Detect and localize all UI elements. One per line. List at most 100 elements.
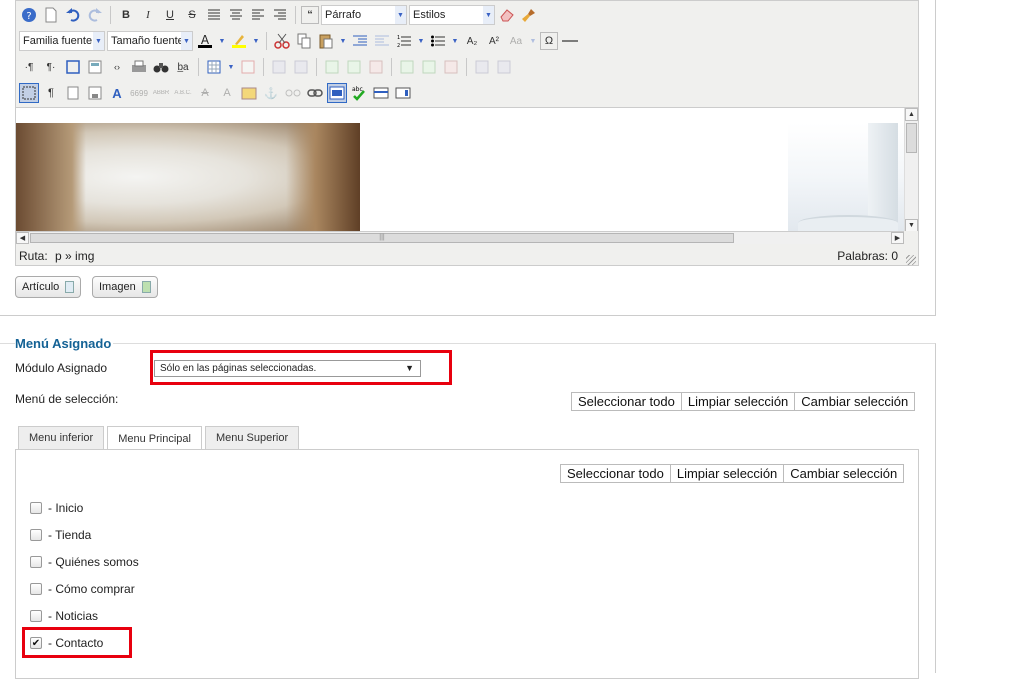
tab-menu-principal[interactable]: Menu Principal <box>107 426 202 450</box>
save-draft-icon[interactable] <box>85 83 105 103</box>
undo-icon[interactable] <box>63 5 83 25</box>
chevron-down-icon[interactable]: ▼ <box>450 31 460 51</box>
layer-icon[interactable] <box>371 83 391 103</box>
anchor-icon[interactable]: ⚓ <box>261 83 281 103</box>
outdent-icon[interactable] <box>372 31 392 51</box>
tab-menu-superior[interactable]: Menu Superior <box>204 426 300 449</box>
row-before-icon[interactable] <box>322 57 342 77</box>
show-blocks-icon[interactable]: ¶ <box>41 83 61 103</box>
chevron-down-icon[interactable]: ▼ <box>251 31 261 51</box>
menu-item-checkbox[interactable] <box>30 610 42 622</box>
tab-select-all-button[interactable]: Seleccionar todo <box>560 464 671 483</box>
tab-menu-inferior[interactable]: Menu inferior <box>18 426 105 449</box>
bold-icon[interactable]: B <box>116 5 136 25</box>
scroll-right-icon[interactable]: ▶ <box>891 232 904 244</box>
fullscreen-icon[interactable] <box>63 57 83 77</box>
chevron-down-icon[interactable]: ▼ <box>226 57 236 77</box>
clear-selection-button[interactable]: Limpiar selección <box>680 392 796 411</box>
align-center-icon[interactable] <box>226 5 246 25</box>
superscript-icon[interactable]: A² <box>484 31 504 51</box>
chevron-down-icon[interactable]: ▼ <box>338 31 348 51</box>
print-icon[interactable] <box>129 57 149 77</box>
insert-image-icon[interactable] <box>327 83 347 103</box>
delete-table-icon[interactable] <box>238 57 258 77</box>
abbreviation-icon[interactable]: ABBR <box>151 83 171 103</box>
menu-item-quienes-somos[interactable]: - Quiénes somos <box>30 554 139 570</box>
menu-item-como-comprar[interactable]: - Cómo comprar <box>30 581 135 597</box>
menu-item-checkbox[interactable] <box>30 583 42 595</box>
cite-icon[interactable]: 6699 <box>129 83 149 103</box>
scroll-left-icon[interactable]: ◀ <box>16 232 29 244</box>
delete-row-icon[interactable] <box>366 57 386 77</box>
menu-item-inicio[interactable]: - Inicio <box>30 500 83 516</box>
unlink-icon[interactable] <box>283 83 303 103</box>
cut-icon[interactable] <box>272 31 292 51</box>
styles-props-icon[interactable]: A <box>107 83 127 103</box>
embedded-photo[interactable] <box>16 123 360 231</box>
scroll-thumb[interactable] <box>906 123 917 153</box>
font-family-select[interactable]: Familia fuente ▼ <box>19 31 105 51</box>
chevron-down-icon[interactable]: ▼ <box>416 31 426 51</box>
menu-item-checkbox[interactable]: ✔ <box>30 637 42 649</box>
tab-toggle-selection-button[interactable]: Cambiar selección <box>783 464 905 483</box>
col-after-icon[interactable] <box>419 57 439 77</box>
blockquote-icon[interactable]: “ <box>301 6 319 24</box>
acronym-icon[interactable]: A.B.C. <box>173 83 193 103</box>
merge-cells-icon[interactable] <box>494 57 514 77</box>
menu-item-checkbox[interactable] <box>30 556 42 568</box>
preview-icon[interactable] <box>393 83 413 103</box>
deletion-icon[interactable]: A <box>195 83 215 103</box>
delete-col-icon[interactable] <box>441 57 461 77</box>
bullet-list-icon[interactable] <box>428 31 448 51</box>
select-all-button[interactable]: Seleccionar todo <box>571 392 682 411</box>
col-before-icon[interactable] <box>397 57 417 77</box>
eraser-icon[interactable] <box>497 5 517 25</box>
editor-content-area[interactable]: ▲ ▼ <box>16 107 918 231</box>
toggle-selection-button[interactable]: Cambiar selección <box>794 392 916 411</box>
align-left-icon[interactable] <box>248 5 268 25</box>
horizontal-rule-icon[interactable] <box>560 31 580 51</box>
rtl-icon[interactable]: ¶· <box>41 57 61 77</box>
strikethrough-icon[interactable]: S <box>182 5 202 25</box>
menu-item-checkbox[interactable] <box>30 502 42 514</box>
help-icon[interactable]: ? <box>19 5 39 25</box>
paste-icon[interactable] <box>316 31 336 51</box>
scroll-thumb[interactable]: ||| <box>30 233 734 243</box>
new-document-icon[interactable] <box>41 5 61 25</box>
link-icon[interactable] <box>305 83 325 103</box>
redo-icon[interactable] <box>85 5 105 25</box>
page-break-icon[interactable] <box>63 83 83 103</box>
copy-icon[interactable] <box>294 31 314 51</box>
table-cell-props-icon[interactable] <box>291 57 311 77</box>
menu-item-contacto[interactable]: ✔ - Contacto <box>30 635 103 651</box>
vertical-scrollbar[interactable]: ▲ ▼ <box>904 108 918 231</box>
underline-icon[interactable]: U <box>160 5 180 25</box>
find-icon[interactable] <box>151 57 171 77</box>
insert-table-icon[interactable] <box>204 57 224 77</box>
special-character-icon[interactable]: Ω <box>540 32 558 50</box>
align-justify-icon[interactable] <box>204 5 224 25</box>
chevron-down-icon[interactable]: ▼ <box>217 31 227 51</box>
insertion-icon[interactable]: A <box>217 83 237 103</box>
scroll-up-icon[interactable]: ▲ <box>905 108 918 121</box>
image-button[interactable]: Imagen <box>92 276 158 298</box>
numbered-list-icon[interactable]: 12 <box>394 31 414 51</box>
menu-item-noticias[interactable]: - Noticias <box>30 608 98 624</box>
replace-icon[interactable]: b̲a <box>173 57 193 77</box>
split-cells-icon[interactable] <box>472 57 492 77</box>
template-icon[interactable] <box>85 57 105 77</box>
font-size-select[interactable]: Tamaño fuente ▼ <box>107 31 193 51</box>
indent-icon[interactable] <box>350 31 370 51</box>
subscript-icon[interactable]: A₂ <box>462 31 482 51</box>
module-assigned-select[interactable]: Sólo en las páginas seleccionadas. ▼ <box>154 360 421 377</box>
text-case-icon[interactable]: Aa <box>506 31 526 51</box>
article-button[interactable]: Artículo <box>15 276 81 298</box>
align-right-icon[interactable] <box>270 5 290 25</box>
spellcheck-icon[interactable]: abc <box>349 83 369 103</box>
attributes-icon[interactable] <box>239 83 259 103</box>
horizontal-scrollbar[interactable]: ◀ ||| ▶ <box>16 231 904 244</box>
format-select[interactable]: Párrafo ▼ <box>321 5 407 25</box>
table-row-props-icon[interactable] <box>269 57 289 77</box>
menu-item-tienda[interactable]: - Tienda <box>30 527 91 543</box>
tab-clear-selection-button[interactable]: Limpiar selección <box>669 464 785 483</box>
